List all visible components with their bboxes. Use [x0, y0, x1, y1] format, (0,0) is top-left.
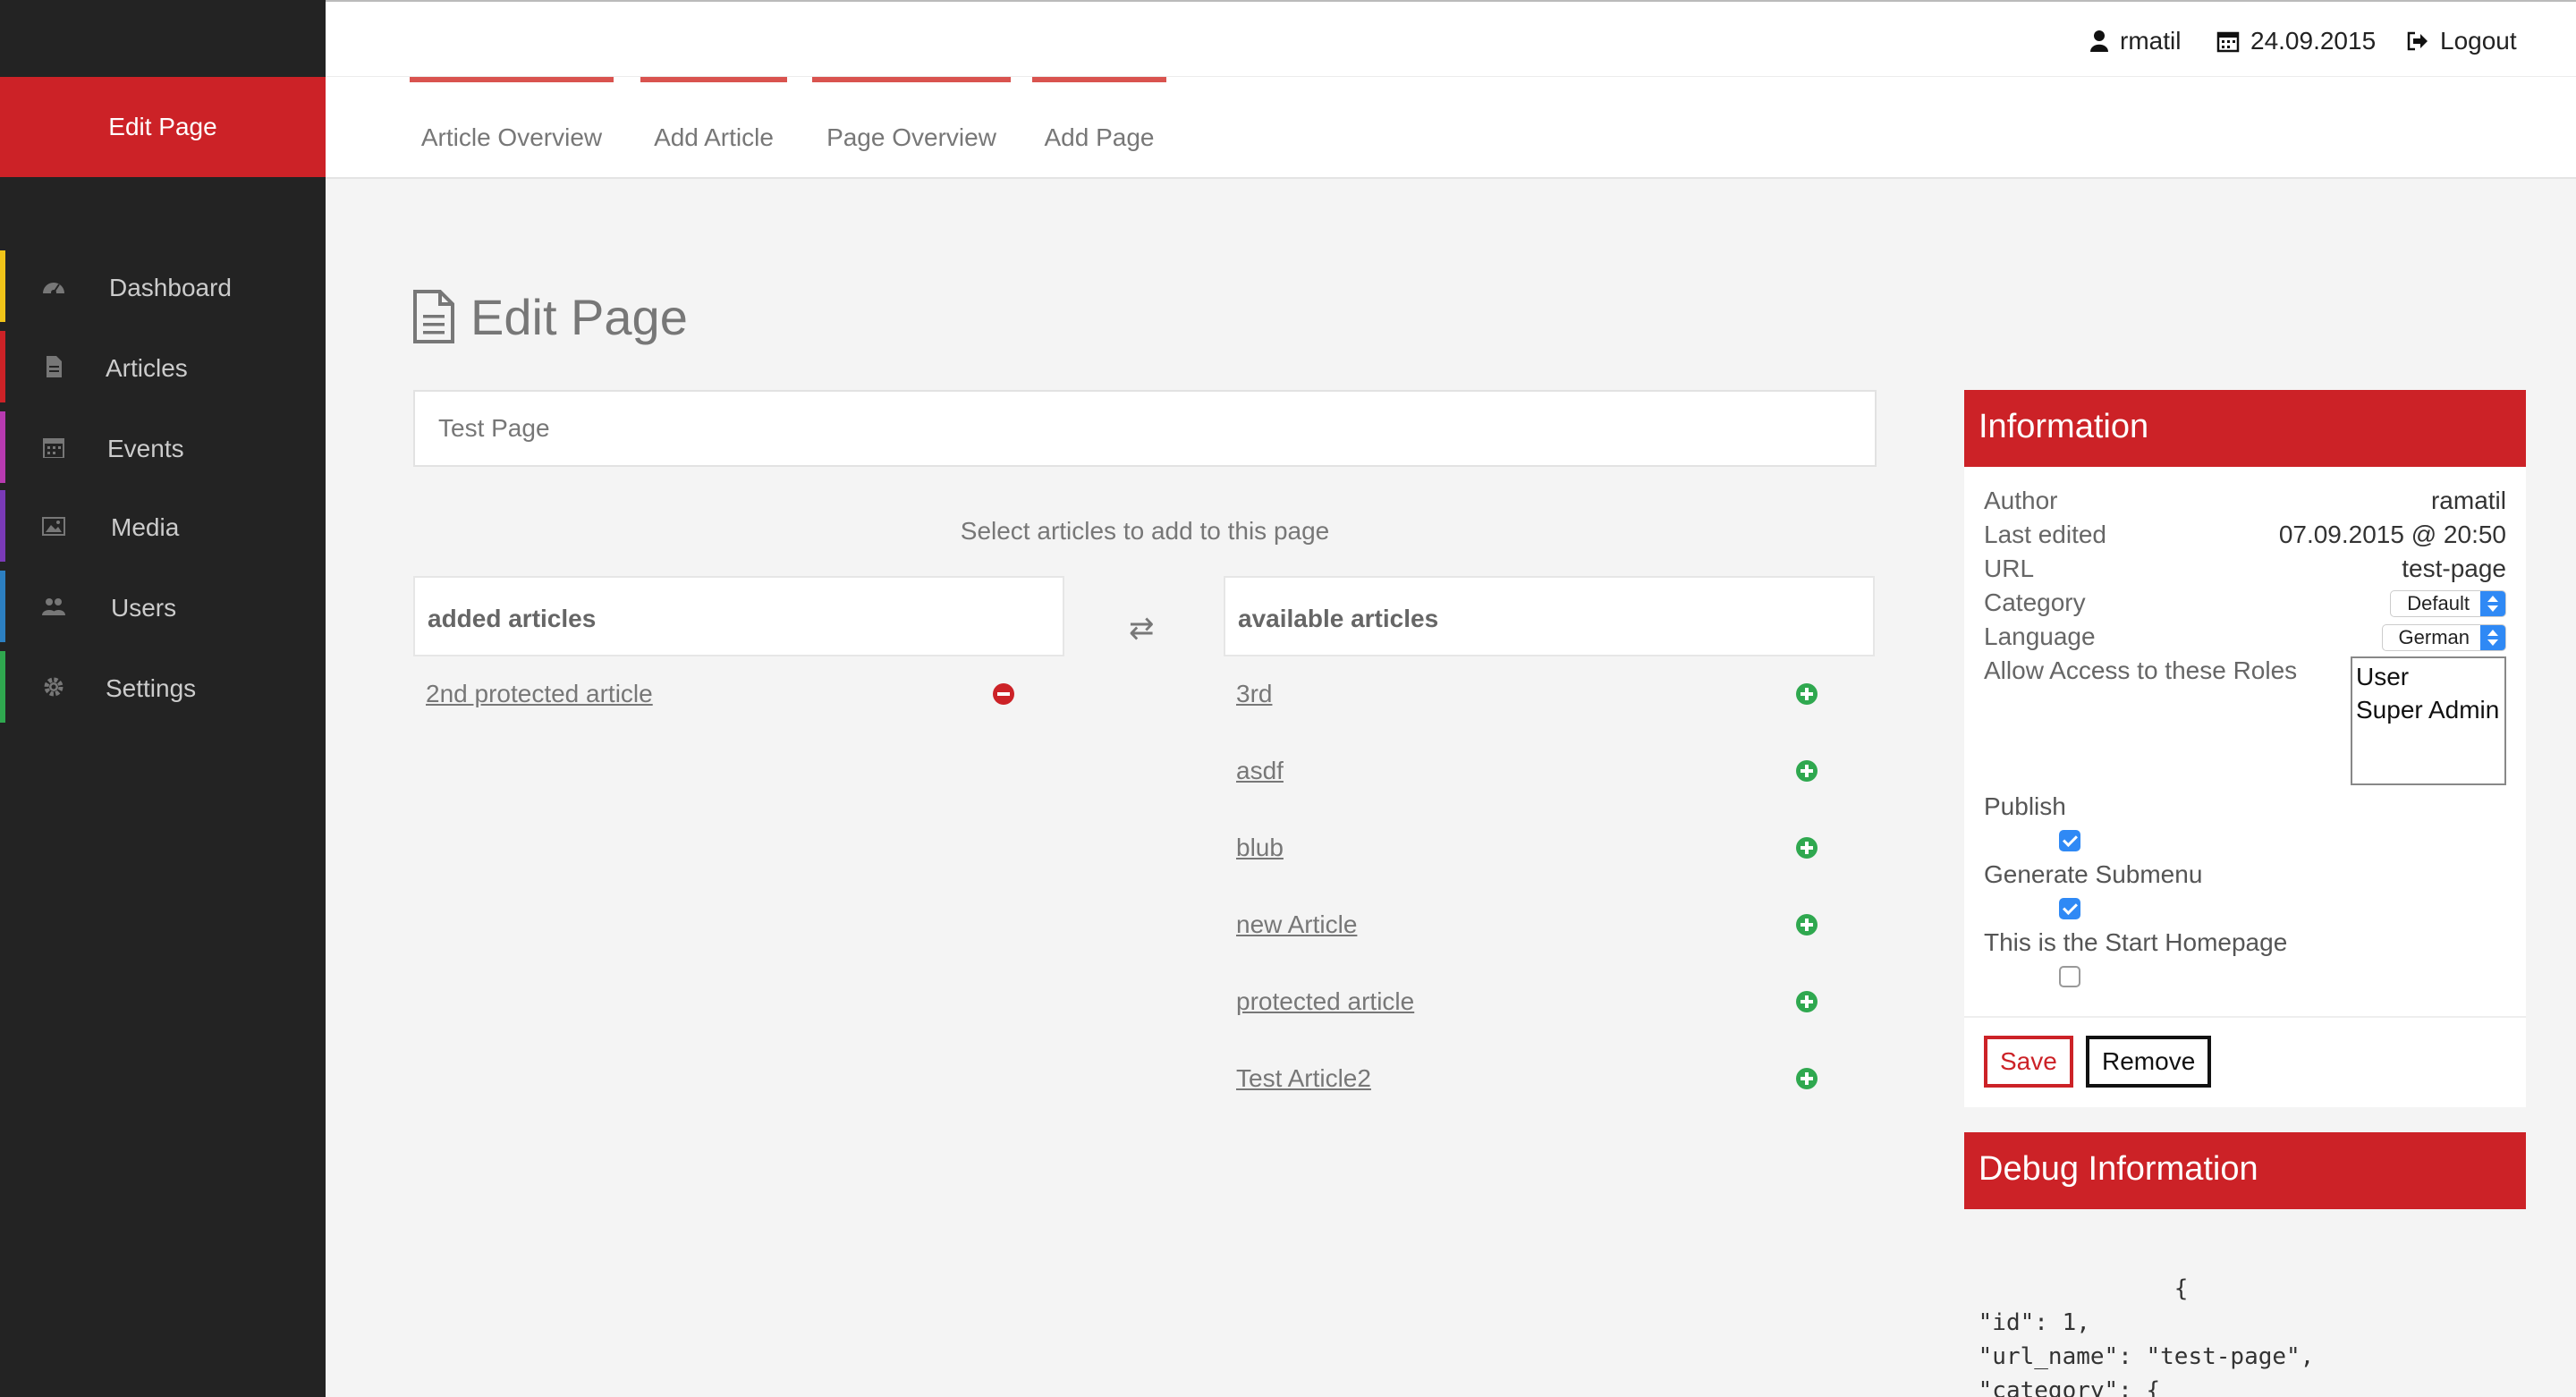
submenu-label: Generate Submenu — [1984, 860, 2203, 888]
page-title-input[interactable] — [413, 390, 1877, 467]
divider — [1964, 1016, 2526, 1018]
select-arrow-icon — [2480, 625, 2505, 650]
image-icon — [42, 517, 65, 536]
sidebar-item-media[interactable]: Media — [0, 490, 326, 562]
add-article-icon[interactable] — [1796, 683, 1818, 705]
sidebar-item-articles[interactable]: Articles — [0, 331, 326, 402]
last-edited-row: Last edited 07.09.2015 @ 20:50 — [1984, 521, 2506, 549]
language-value: German — [2398, 626, 2470, 648]
logout-icon — [2407, 31, 2428, 51]
save-button[interactable]: Save — [1984, 1036, 2073, 1088]
submenu-checkbox[interactable] — [2059, 898, 2080, 919]
calendar-icon — [2216, 31, 2240, 53]
available-articles-header: available articles — [1224, 576, 1875, 656]
role-option[interactable]: User — [2356, 660, 2501, 693]
select-articles-hint: Select articles to add to this page — [960, 517, 1330, 545]
available-article-link[interactable]: Test Article2 — [1236, 1064, 1371, 1093]
logout-link[interactable]: Logout — [2406, 25, 2517, 57]
roles-label: Allow Access to these Roles — [1984, 656, 2298, 684]
sidebar-item-users[interactable]: Users — [0, 571, 326, 642]
last-edited-value: 07.09.2015 @ 20:50 — [2278, 521, 2506, 548]
file-icon — [47, 356, 62, 377]
sidebar-item-dashboard[interactable]: Dashboard — [0, 250, 326, 322]
user-menu[interactable]: rmatil — [2089, 25, 2181, 57]
tab-article-overview[interactable]: Article Overview — [410, 77, 614, 179]
url-label: URL — [1984, 555, 2035, 582]
page-title: Edit Page — [411, 288, 688, 345]
information-header: Information — [1964, 390, 2526, 467]
remove-article-icon[interactable] — [993, 683, 1014, 705]
current-date: 24.09.2015 — [2250, 27, 2377, 55]
sidebar-item-label: Settings — [106, 674, 197, 702]
information-panel: Information Author ramatil Last edited 0… — [1964, 390, 2526, 1107]
roles-multiselect[interactable]: User Super Admin — [2351, 656, 2506, 785]
url-value: test-page — [2402, 555, 2506, 582]
available-article-link[interactable]: asdf — [1236, 757, 1284, 785]
sidebar-title: Edit Page — [0, 77, 326, 177]
debug-code: { "id": 1, "url_name": "test-page", "cat… — [1978, 1275, 2315, 1397]
sidebar-item-label: Dashboard — [109, 274, 232, 301]
tab-add-page[interactable]: Add Page — [1032, 77, 1166, 179]
publish-label: Publish — [1984, 792, 2066, 820]
user-name: rmatil — [2120, 27, 2182, 55]
add-article-icon[interactable] — [1796, 991, 1818, 1012]
role-option[interactable]: Super Admin — [2356, 693, 2501, 726]
author-row: Author ramatil — [1984, 487, 2506, 515]
tab-add-article[interactable]: Add Article — [640, 77, 787, 179]
author-label: Author — [1984, 487, 2058, 514]
tab-label: Add Article — [654, 123, 774, 151]
available-article-link[interactable]: protected article — [1236, 987, 1414, 1016]
sidebar-item-label: Articles — [106, 354, 188, 382]
language-label: Language — [1984, 622, 2096, 650]
available-article-link[interactable]: blub — [1236, 834, 1284, 862]
remove-button[interactable]: Remove — [2086, 1036, 2212, 1088]
category-value: Default — [2407, 592, 2470, 614]
available-article-link[interactable]: 3rd — [1236, 680, 1272, 708]
available-article-link[interactable]: new Article — [1236, 910, 1357, 939]
add-article-icon[interactable] — [1796, 1068, 1818, 1089]
top-bar: rmatil 24.09.2015 Logout — [326, 0, 2576, 77]
added-articles-header: added articles — [413, 576, 1064, 656]
user-icon — [2090, 30, 2108, 52]
sidebar: Edit Page Dashboard Articles Events Medi… — [0, 0, 326, 1397]
added-article-link[interactable]: 2nd protected article — [426, 680, 653, 708]
select-arrow-icon — [2480, 591, 2505, 616]
sidebar-item-label: Users — [111, 594, 177, 622]
calendar-icon — [43, 438, 64, 458]
dashboard-icon — [43, 283, 64, 295]
start-homepage-checkbox[interactable] — [2059, 966, 2080, 987]
page-title-text: Edit Page — [470, 288, 688, 345]
add-article-icon[interactable] — [1796, 837, 1818, 859]
tab-label: Add Page — [1044, 123, 1155, 151]
date-display: 24.09.2015 — [2216, 25, 2376, 57]
sub-navigation: Article Overview Add Article Page Overvi… — [326, 77, 2576, 179]
add-article-icon[interactable] — [1796, 760, 1818, 782]
sidebar-item-events[interactable]: Events — [0, 411, 326, 483]
sidebar-item-label: Events — [107, 435, 184, 462]
tab-label: Article Overview — [420, 123, 603, 151]
last-edited-label: Last edited — [1984, 521, 2106, 548]
gear-icon — [44, 677, 64, 697]
add-article-icon[interactable] — [1796, 914, 1818, 936]
logout-label: Logout — [2440, 27, 2517, 55]
author-value: ramatil — [2430, 487, 2506, 514]
url-row: URL test-page — [1984, 555, 2506, 583]
debug-panel: Debug Information { "id": 1, "url_name":… — [1964, 1132, 2526, 1397]
category-select[interactable]: Default — [2390, 590, 2506, 617]
tab-label: Page Overview — [826, 123, 996, 151]
tab-page-overview[interactable]: Page Overview — [812, 77, 1011, 179]
publish-checkbox[interactable] — [2059, 830, 2080, 851]
swap-icon: ⇄ — [1129, 612, 1155, 646]
document-icon — [413, 290, 454, 343]
language-select[interactable]: German — [2381, 624, 2506, 651]
start-homepage-label: This is the Start Homepage — [1984, 928, 2288, 956]
debug-header: Debug Information — [1964, 1132, 2526, 1209]
sidebar-item-settings[interactable]: Settings — [0, 651, 326, 723]
users-icon — [42, 598, 65, 615]
sidebar-item-label: Media — [111, 513, 180, 541]
category-label: Category — [1984, 588, 2086, 616]
